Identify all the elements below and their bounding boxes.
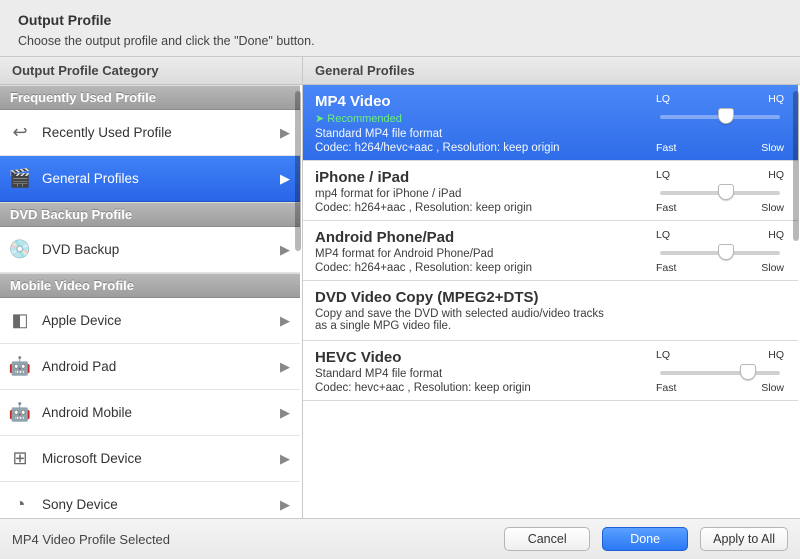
hq-label: HQ bbox=[768, 169, 784, 181]
category-label: General Profiles bbox=[42, 171, 280, 186]
quality-slider-block: LQ HQ bbox=[656, 93, 784, 125]
category-label: Sony Device bbox=[42, 497, 280, 512]
profile-item[interactable]: Android Phone/PadMP4 format for Android … bbox=[303, 221, 798, 281]
category-label: Android Mobile bbox=[42, 405, 280, 420]
category-item[interactable]: ↩︎ Recently Used Profile▶ bbox=[0, 110, 300, 156]
category-item[interactable]: 💿 DVD Backup▶ bbox=[0, 227, 300, 273]
quality-slider-block: LQ HQ bbox=[656, 169, 784, 201]
category-label: Android Pad bbox=[42, 359, 280, 374]
chevron-right-icon: ▶ bbox=[280, 313, 290, 329]
apply-to-all-button[interactable]: Apply to All bbox=[700, 527, 788, 551]
footer-bar: MP4 Video Profile Selected Cancel Done A… bbox=[0, 518, 800, 559]
hq-label: HQ bbox=[768, 93, 784, 105]
chevron-right-icon: ▶ bbox=[280, 242, 290, 258]
category-item[interactable]: 🤖 Android Mobile▶ bbox=[0, 390, 300, 436]
category-column: Output Profile Category Frequently Used … bbox=[0, 57, 303, 518]
slider-thumb[interactable] bbox=[740, 364, 756, 380]
fast-label: Fast bbox=[656, 382, 676, 394]
done-button[interactable]: Done bbox=[602, 527, 688, 551]
slow-label: Slow bbox=[761, 262, 784, 274]
profile-desc: Copy and save the DVD with selected audi… bbox=[315, 308, 786, 332]
slider-thumb[interactable] bbox=[718, 184, 734, 200]
slow-label: Slow bbox=[761, 142, 784, 154]
quality-slider-block: LQ HQ bbox=[656, 349, 784, 381]
quality-slider[interactable] bbox=[656, 183, 784, 201]
category-item[interactable]: ◧ Apple Device▶ bbox=[0, 298, 300, 344]
slider-thumb[interactable] bbox=[718, 244, 734, 260]
chevron-right-icon: ▶ bbox=[280, 125, 290, 141]
category-section-header: DVD Backup Profile bbox=[0, 202, 300, 227]
profile-item[interactable]: MP4 Video➤ RecommendedStandard MP4 file … bbox=[303, 85, 798, 161]
disc-icon: 💿 bbox=[8, 238, 32, 262]
android-icon: 🤖 bbox=[8, 401, 32, 425]
category-label: Apple Device bbox=[42, 313, 280, 328]
category-column-header: Output Profile Category bbox=[0, 57, 302, 85]
dialog-title: Output Profile bbox=[18, 12, 782, 28]
profile-desc: Standard MP4 file format bbox=[315, 128, 786, 140]
hq-label: HQ bbox=[768, 229, 784, 241]
chevron-right-icon: ▶ bbox=[280, 451, 290, 467]
lq-label: LQ bbox=[656, 93, 670, 105]
category-label: DVD Backup bbox=[42, 242, 280, 257]
windows-icon: ⊞ bbox=[8, 447, 32, 471]
scrollbar[interactable] bbox=[793, 91, 799, 241]
slow-label: Slow bbox=[761, 202, 784, 214]
fast-label: Fast bbox=[656, 142, 676, 154]
profile-item[interactable]: HEVC VideoStandard MP4 file formatCodec:… bbox=[303, 341, 798, 401]
history-icon: ↩︎ bbox=[8, 121, 32, 145]
category-item[interactable]: ◔ Sony Device▶ bbox=[0, 482, 300, 518]
dialog-header: Output Profile Choose the output profile… bbox=[0, 0, 800, 56]
profiles-column-header: General Profiles bbox=[303, 57, 800, 85]
profiles-scroll[interactable]: MP4 Video➤ RecommendedStandard MP4 file … bbox=[303, 85, 800, 518]
clapper-icon: 🎬 bbox=[8, 167, 32, 191]
fast-label: Fast bbox=[656, 202, 676, 214]
footer-status: MP4 Video Profile Selected bbox=[12, 532, 492, 547]
profile-item[interactable]: iPhone / iPadmp4 format for iPhone / iPa… bbox=[303, 161, 798, 221]
fast-label: Fast bbox=[656, 262, 676, 274]
scrollbar[interactable] bbox=[295, 91, 301, 251]
category-label: Recently Used Profile bbox=[42, 125, 280, 140]
lq-label: LQ bbox=[656, 349, 670, 361]
profile-title: DVD Video Copy (MPEG2+DTS) bbox=[315, 289, 786, 306]
profile-item[interactable]: DVD Video Copy (MPEG2+DTS) Copy and save … bbox=[303, 281, 798, 341]
category-section-header: Mobile Video Profile bbox=[0, 273, 300, 298]
chevron-right-icon: ▶ bbox=[280, 171, 290, 187]
quality-slider[interactable] bbox=[656, 363, 784, 381]
category-scroll[interactable]: Frequently Used Profile ↩︎ Recently Used P… bbox=[0, 85, 302, 518]
slider-thumb[interactable] bbox=[718, 108, 734, 124]
quality-slider[interactable] bbox=[656, 243, 784, 261]
category-label: Microsoft Device bbox=[42, 451, 280, 466]
cancel-button[interactable]: Cancel bbox=[504, 527, 590, 551]
lq-label: LQ bbox=[656, 169, 670, 181]
quality-slider-block: LQ HQ bbox=[656, 229, 784, 261]
lq-label: LQ bbox=[656, 229, 670, 241]
sony-icon: ◔ bbox=[8, 493, 32, 517]
apple-icon: ◧ bbox=[8, 309, 32, 333]
category-section-header: Frequently Used Profile bbox=[0, 85, 300, 110]
category-item[interactable]: 🎬 General Profiles▶ bbox=[0, 156, 300, 202]
quality-slider[interactable] bbox=[656, 107, 784, 125]
category-item[interactable]: 🤖 Android Pad▶ bbox=[0, 344, 300, 390]
dialog-subtitle: Choose the output profile and click the … bbox=[18, 34, 782, 48]
chevron-right-icon: ▶ bbox=[280, 359, 290, 375]
profiles-column: General Profiles MP4 Video➤ RecommendedS… bbox=[303, 57, 800, 518]
slow-label: Slow bbox=[761, 382, 784, 394]
hq-label: HQ bbox=[768, 349, 784, 361]
chevron-right-icon: ▶ bbox=[280, 405, 290, 421]
android-icon: 🤖 bbox=[8, 355, 32, 379]
chevron-right-icon: ▶ bbox=[280, 497, 290, 513]
category-item[interactable]: ⊞ Microsoft Device▶ bbox=[0, 436, 300, 482]
